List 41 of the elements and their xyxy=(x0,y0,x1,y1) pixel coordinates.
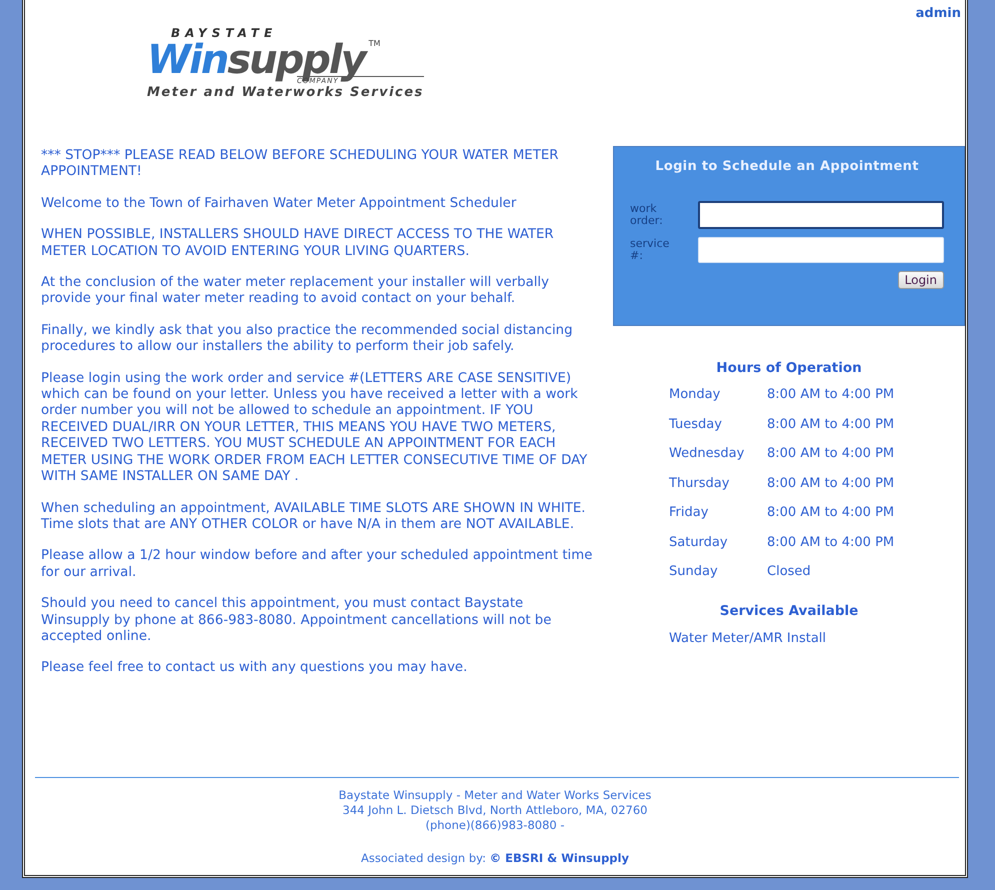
logo-text: Win xyxy=(147,40,228,80)
day-label: Thursday xyxy=(669,474,730,492)
footer-text: 344 John L. Dietsch Blvd, North Attleboro, MA, 02760 xyxy=(342,803,648,818)
hours-text: 8:00 AM to 4:00 PM xyxy=(767,386,896,404)
notice-paragraph: At the conclusion of the water meter replacement your installer will verbally provide your final water meter reading to avoid contact on your behalf. xyxy=(41,275,550,308)
hours-text: 8:00 AM to 4:00 PM xyxy=(767,445,896,463)
admin-link[interactable]: admin xyxy=(916,6,961,21)
hours-text: 8:00 AM to 4:00 PM xyxy=(767,416,896,434)
hours-text: 8:00 AM to 4:00 PM xyxy=(767,534,896,552)
logo-tagline: Meter and Waterworks Services xyxy=(147,85,424,100)
notice-paragraph: When scheduling an appointment, AVAILABLE TIME SLOTS ARE SHOWN IN WHITE. Time slots that are ANY OTHER COLOR or have N/A in them are NOT AVAILABLE. xyxy=(41,500,586,534)
footer-credit: Associated design by: © EBSRI & Winsupply xyxy=(361,851,629,865)
notice-paragraph: *** STOP*** PLEASE READ BELOW BEFORE SCHEDULING YOUR WATER METER APPOINTMENT! xyxy=(41,148,560,181)
notice-paragraph: Finally, we kindly ask that you also practice the recommended social distancing procedures to allow our installers the ability to perform their job safely. xyxy=(41,322,574,356)
service-item: Water Meter/AMR Install xyxy=(668,631,828,646)
notice-paragraph: Welcome to the Town of Fairhaven Water Meter Appointment Scheduler xyxy=(41,196,518,212)
login-button[interactable]: Login xyxy=(898,271,944,289)
section-heading: Hours of Operation xyxy=(715,360,863,376)
field-label: work order: xyxy=(630,203,664,227)
login-title: Login to Schedule an Appointment xyxy=(654,159,920,174)
day-label: Wednesday xyxy=(669,445,746,463)
day-label: Friday xyxy=(669,504,710,522)
footer-text: Baystate Winsupply - Meter and Water Works Services xyxy=(338,788,652,803)
day-label: Sunday xyxy=(669,563,719,581)
input-field[interactable] xyxy=(698,201,944,229)
footer-text: (phone)(866)983-8080 - xyxy=(425,818,565,833)
hours-text: 8:00 AM to 4:00 PM xyxy=(767,474,896,492)
day-label: Monday xyxy=(669,386,722,404)
notice-paragraph: Please allow a 1/2 hour window before and after your scheduled appointment time for our arrival. xyxy=(41,548,593,582)
day-label: Tuesday xyxy=(669,416,723,434)
day-label: Saturday xyxy=(669,534,729,552)
notice-paragraph: WHEN POSSIBLE, INSTALLERS SHOULD HAVE DIRECT ACCESS TO THE WATER METER LOCATION TO AVOID ENTERING YOUR LIVING QUARTERS. xyxy=(41,227,555,260)
hours-text: Closed xyxy=(767,563,812,581)
section-heading: Services Available xyxy=(718,603,860,619)
hours-text: 8:00 AM to 4:00 PM xyxy=(767,504,896,522)
notice-paragraph: Should you need to cancel this appointment, you must contact Baystate Winsupply by phone at 866-983-8080. Appointment cancellations will not be accepted online. xyxy=(41,596,552,646)
logo-text: BAYSTATE xyxy=(171,26,278,40)
notice-paragraph: Please login using the work order and service #(LETTERS ARE CASE SENSITIVE) which can be found on your letter. Unless you have received a letter with a work order number you will not be allowed to schedule an appointment. IF YOU RECEIVED DUAL/IRR ON YOUR LETTER, THIS MEANS YOU HAVE TWO METERS, RECEIVED TWO LETTERS. YOU MUST SCHEDULE AN APPOINTMENT FOR EACH METER USING THE WORK ORDER FROM EACH LETTER CONSECUTIVE TIME OF DAY WITH SAME INSTALLER ON SAME DAY . xyxy=(41,370,588,486)
notice-paragraph: Please feel free to contact us with any questions you may have. xyxy=(41,660,468,677)
trademark-mark: TM xyxy=(368,40,380,48)
field-label: service #: xyxy=(630,238,670,262)
